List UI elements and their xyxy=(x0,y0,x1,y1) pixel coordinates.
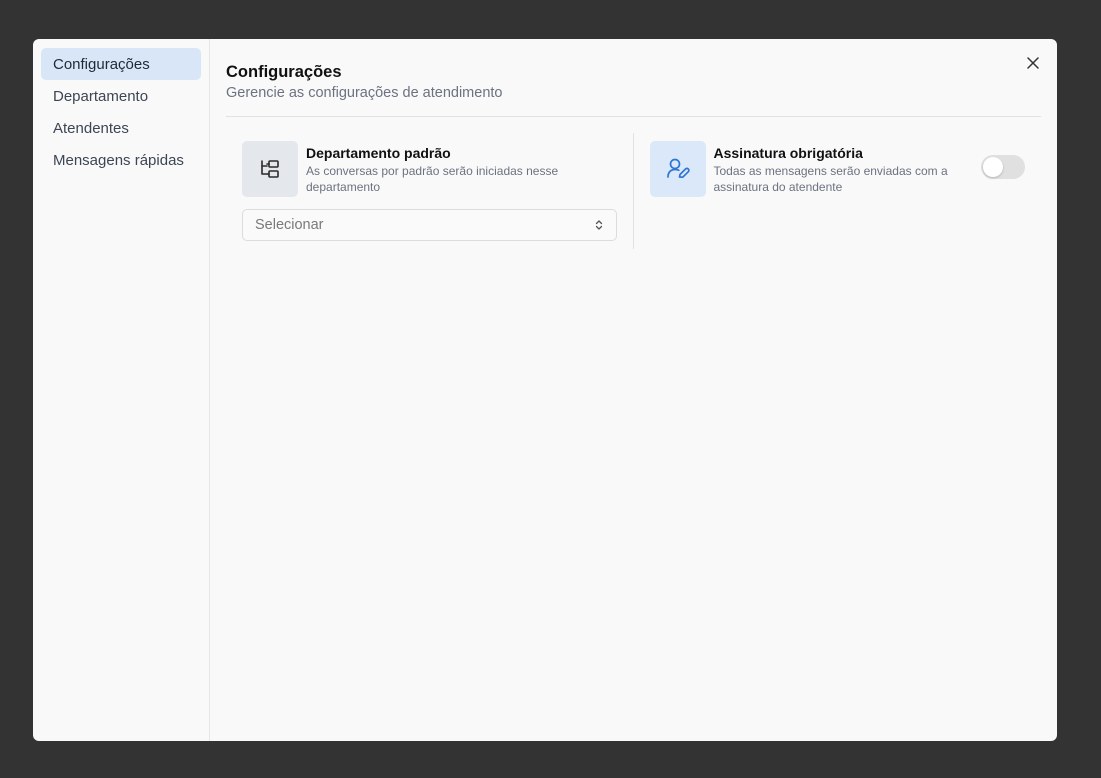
hierarchy-icon xyxy=(242,141,298,197)
sidebar-item-atendentes[interactable]: Atendentes xyxy=(41,112,201,144)
signature-setting: Assinatura obrigatória Todas as mensagen… xyxy=(634,133,1042,249)
sidebar-item-configuracoes[interactable]: Configurações xyxy=(41,48,201,80)
page-title: Configurações xyxy=(226,63,342,81)
toggle-knob xyxy=(983,157,1003,177)
main-content: Configurações Gerencie as configurações … xyxy=(210,39,1057,741)
signature-setting-title: Assinatura obrigatória xyxy=(713,145,863,161)
page-header: Configurações Gerencie as configurações … xyxy=(226,39,1041,117)
sidebar-item-mensagens-rapidas[interactable]: Mensagens rápidas xyxy=(41,144,201,176)
signature-toggle[interactable] xyxy=(981,155,1025,179)
user-pen-icon xyxy=(649,141,706,197)
page-subtitle: Gerencie as configurações de atendimento xyxy=(226,85,503,101)
signature-setting-description: Todas as mensagens serão enviadas com a … xyxy=(713,164,948,194)
sidebar: Configurações Departamento Atendentes Me… xyxy=(33,39,210,741)
department-setting-title: Departamento padrão xyxy=(306,145,451,161)
close-icon xyxy=(1027,57,1039,69)
department-select[interactable]: Selecionar xyxy=(242,209,617,241)
sidebar-item-departamento[interactable]: Departamento xyxy=(41,80,201,112)
settings-grid: Departamento padrão As conversas por pad… xyxy=(226,117,1041,249)
chevron-updown-icon xyxy=(595,220,602,230)
department-setting: Departamento padrão As conversas por pad… xyxy=(226,133,634,249)
department-setting-description: As conversas por padrão serão iniciadas … xyxy=(306,164,559,194)
department-select-value: Selecionar xyxy=(255,217,324,233)
close-button[interactable] xyxy=(1023,53,1043,73)
settings-dialog: Configurações Departamento Atendentes Me… xyxy=(33,39,1057,741)
